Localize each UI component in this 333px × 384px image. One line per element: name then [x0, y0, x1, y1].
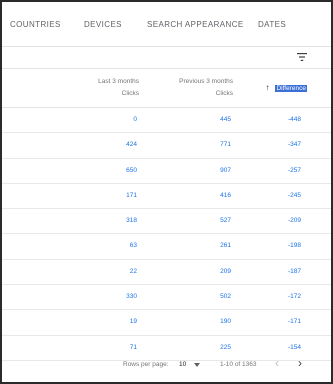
header-previous-3-months-label: Previous 3 months: [179, 78, 233, 85]
search-console-table-panel: COUNTRIES DEVICES SEARCH APPEARANCE DATE…: [0, 0, 333, 384]
table-row[interactable]: 22 209 -187: [2, 260, 331, 286]
pagination-footer: Rows per page: 10 1-10 of 1363 ‹ ›: [2, 352, 331, 380]
cell-difference: -198: [287, 242, 301, 250]
cell-last-3-months: 424: [126, 141, 137, 149]
cell-last-3-months: 330: [126, 293, 137, 301]
cell-difference: -448: [287, 116, 301, 123]
cell-last-3-months: 318: [126, 217, 137, 225]
chevron-left-icon[interactable]: ‹: [275, 356, 279, 370]
chevron-down-icon[interactable]: [194, 363, 200, 367]
cell-previous-3-months: 190: [220, 318, 231, 326]
data-table: Last 3 months Clicks Previous 3 months C…: [2, 69, 331, 361]
header-clicks-label: Clicks: [121, 90, 139, 97]
rows-per-page-label: Rows per page:: [123, 361, 169, 368]
cell-difference: -154: [287, 343, 301, 351]
cell-last-3-months: 19: [129, 318, 137, 326]
table-row[interactable]: 330 502 -172: [2, 285, 331, 311]
cell-difference: -187: [287, 267, 301, 275]
tab-devices[interactable]: DEVICES: [84, 20, 122, 29]
table-row[interactable]: 63 261 -198: [2, 234, 331, 260]
cell-previous-3-months: 416: [220, 191, 231, 199]
cell-difference: -347: [287, 141, 301, 149]
cell-difference: -209: [287, 217, 301, 225]
cell-difference: -171: [287, 318, 301, 326]
cell-previous-3-months: 225: [220, 343, 231, 351]
table-row[interactable]: 171 416 -245: [2, 184, 331, 210]
cell-last-3-months: 22: [129, 267, 137, 275]
pagination-range: 1-10 of 1363: [220, 361, 257, 368]
table-row[interactable]: 0 445 -448: [2, 108, 331, 134]
table-body: 0 445 -448 424 771 -347 650 907 -257 171 416 -245 31…: [2, 108, 331, 361]
cell-previous-3-months: 502: [220, 293, 231, 301]
tab-dates[interactable]: DATES: [258, 20, 286, 29]
header-last-3-months-clicks[interactable]: Last 3 months Clicks: [59, 76, 139, 100]
arrow-up-icon: ↑: [265, 83, 270, 92]
tab-countries[interactable]: COUNTRIES: [10, 20, 61, 29]
cell-previous-3-months: 771: [220, 141, 231, 149]
cell-previous-3-months: 907: [220, 166, 231, 174]
cell-last-3-months: 71: [129, 343, 137, 351]
filter-icon[interactable]: [297, 52, 307, 62]
table-header: Last 3 months Clicks Previous 3 months C…: [2, 69, 331, 108]
filter-bar: [2, 46, 331, 69]
cell-difference: -245: [287, 191, 301, 199]
cell-last-3-months: 0: [133, 116, 137, 123]
tab-search-appearance[interactable]: SEARCH APPEARANCE: [147, 20, 244, 29]
cell-previous-3-months: 445: [220, 116, 231, 123]
cell-last-3-months: 650: [126, 166, 137, 174]
header-last-3-months-label: Last 3 months: [98, 78, 139, 85]
header-difference-label: Difference: [275, 85, 307, 92]
cell-difference: -172: [287, 293, 301, 301]
cell-previous-3-months: 261: [220, 242, 231, 250]
table-row[interactable]: 318 527 -209: [2, 209, 331, 235]
table-row[interactable]: 19 190 -171: [2, 310, 331, 336]
cell-previous-3-months: 209: [220, 267, 231, 275]
table-row[interactable]: 424 771 -347: [2, 133, 331, 159]
header-clicks-label: Clicks: [215, 90, 233, 97]
chevron-right-icon[interactable]: ›: [298, 356, 302, 370]
cell-difference: -257: [287, 166, 301, 174]
cell-last-3-months: 63: [129, 242, 137, 250]
header-previous-3-months-clicks[interactable]: Previous 3 months Clicks: [153, 76, 233, 100]
tab-bar: COUNTRIES DEVICES SEARCH APPEARANCE DATE…: [2, 2, 331, 47]
header-difference[interactable]: ↑ Difference: [247, 82, 307, 95]
rows-per-page-select[interactable]: 10: [179, 361, 186, 368]
cell-previous-3-months: 527: [220, 217, 231, 225]
cell-last-3-months: 171: [126, 191, 137, 199]
table-row[interactable]: 650 907 -257: [2, 159, 331, 184]
